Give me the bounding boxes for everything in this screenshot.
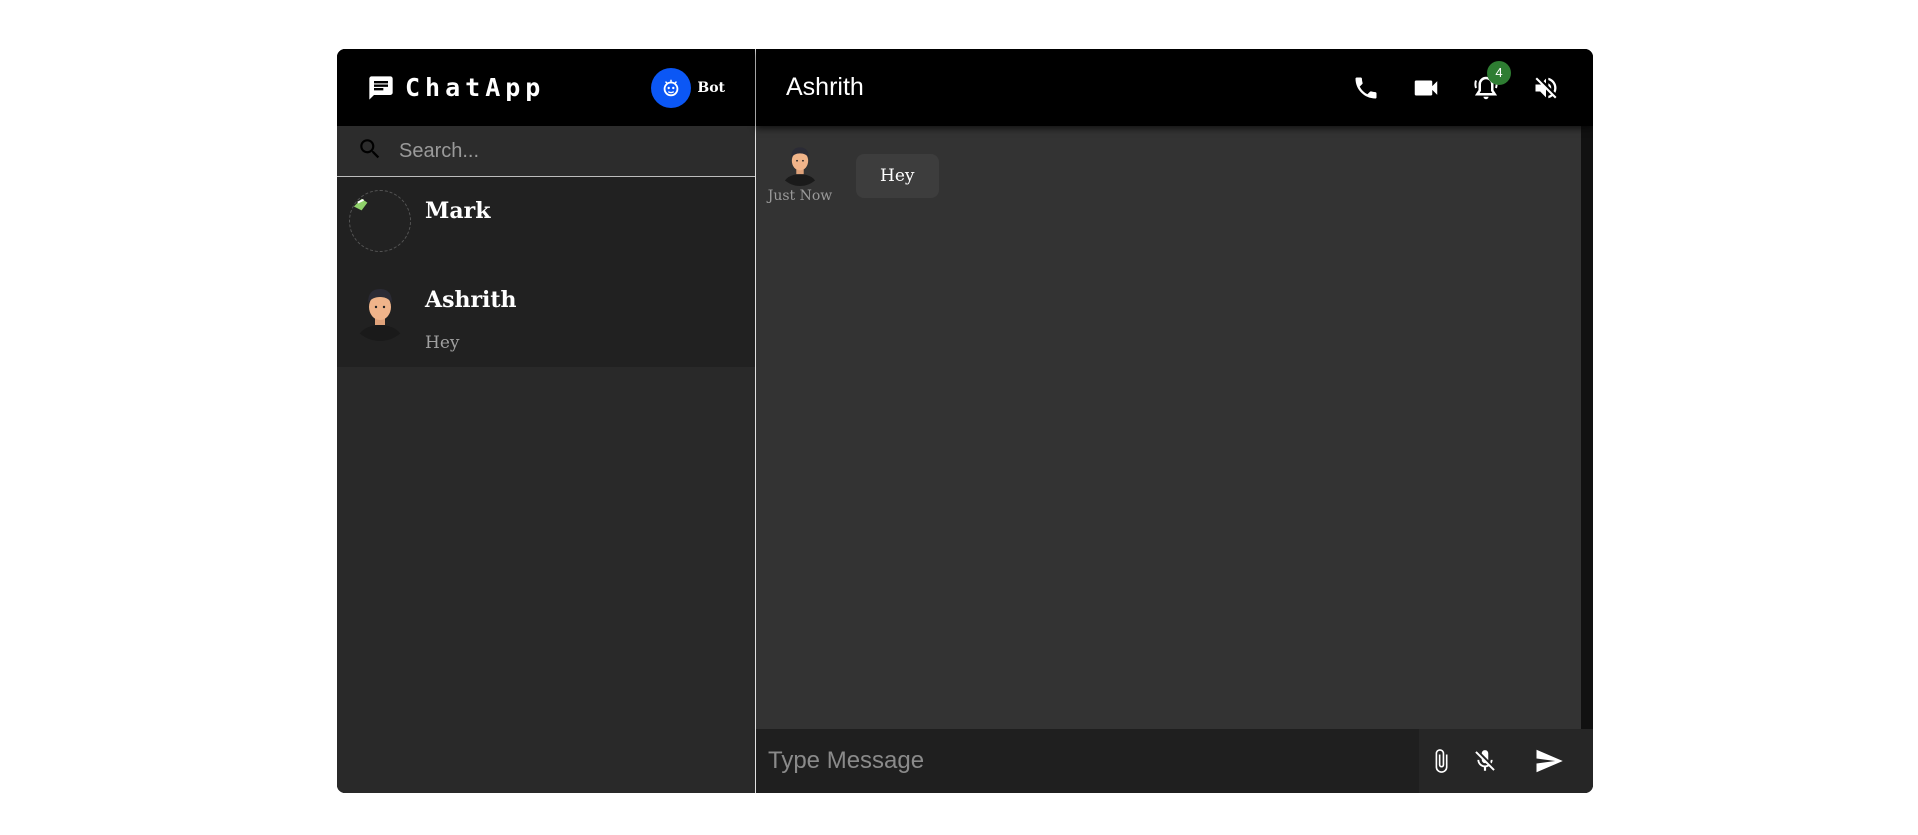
person-avatar-icon bbox=[783, 147, 817, 186]
volume-off-icon bbox=[1535, 77, 1557, 98]
mute-button[interactable] bbox=[1529, 71, 1563, 105]
search-input[interactable] bbox=[397, 138, 735, 164]
mic-button[interactable] bbox=[1463, 739, 1507, 783]
chat-app-window: ChatApp Bot Search... Mark Ashrith Hey A… bbox=[337, 49, 1593, 793]
message-item: Just Now Hey bbox=[768, 140, 1569, 204]
contact-list: Mark Ashrith Hey bbox=[337, 177, 755, 367]
message-input[interactable] bbox=[756, 746, 1419, 776]
chat-bubble-icon bbox=[367, 74, 395, 102]
call-button[interactable] bbox=[1349, 71, 1383, 105]
avatar bbox=[349, 190, 411, 252]
brand-name: ChatApp bbox=[405, 73, 546, 102]
broken-image-icon bbox=[353, 198, 368, 211]
bot-avatar bbox=[651, 67, 692, 108]
brand: ChatApp bbox=[367, 73, 545, 102]
bot-face-icon bbox=[664, 79, 679, 96]
contact-item-mark[interactable]: Mark bbox=[337, 177, 755, 266]
mic-off-icon bbox=[1475, 750, 1495, 771]
chat-body: Just Now Hey bbox=[756, 126, 1593, 729]
bot-button[interactable]: Bot bbox=[651, 67, 725, 108]
send-button[interactable] bbox=[1527, 739, 1571, 783]
contact-last-message: Hey bbox=[425, 333, 460, 353]
video-call-button[interactable] bbox=[1409, 71, 1443, 105]
search-bar bbox=[337, 126, 755, 177]
contact-name: Mark bbox=[425, 198, 491, 224]
contact-item-ashrith[interactable]: Ashrith Hey bbox=[337, 266, 755, 367]
header-actions: 4 bbox=[1349, 60, 1563, 105]
sidebar-header: ChatApp Bot bbox=[337, 49, 755, 126]
sidebar-empty-area bbox=[337, 367, 755, 793]
avatar bbox=[349, 279, 411, 341]
message-list[interactable]: Just Now Hey bbox=[756, 126, 1581, 729]
attach-button[interactable] bbox=[1419, 739, 1463, 783]
message-bubble: Hey bbox=[856, 154, 939, 198]
message-meta: Just Now bbox=[768, 140, 832, 204]
paperclip-icon bbox=[1435, 749, 1448, 773]
person-avatar-icon bbox=[358, 289, 402, 341]
chat-title: Ashrith bbox=[786, 73, 864, 101]
chat-panel: Ashrith 4 Just Now Hey Type Message bbox=[756, 49, 1593, 793]
message-timestamp: Just Now bbox=[767, 188, 833, 204]
notifications-button[interactable]: 4 bbox=[1469, 60, 1511, 105]
avatar bbox=[777, 140, 823, 186]
contact-name: Ashrith bbox=[425, 287, 517, 313]
message-composer bbox=[756, 729, 1593, 793]
search-icon bbox=[357, 136, 383, 166]
contact-info: Mark bbox=[425, 190, 490, 224]
chat-header: Ashrith 4 bbox=[756, 49, 1593, 126]
scrollbar[interactable] bbox=[1581, 126, 1593, 729]
video-camera-icon bbox=[1414, 80, 1438, 95]
contact-info: Ashrith Hey bbox=[425, 279, 517, 353]
composer-tools bbox=[1419, 729, 1593, 793]
sidebar: ChatApp Bot Search... Mark Ashrith Hey bbox=[337, 49, 756, 793]
bot-label: Bot bbox=[697, 79, 725, 96]
phone-icon bbox=[1355, 77, 1377, 98]
send-icon bbox=[1536, 749, 1563, 773]
notification-badge: 4 bbox=[1487, 60, 1511, 85]
